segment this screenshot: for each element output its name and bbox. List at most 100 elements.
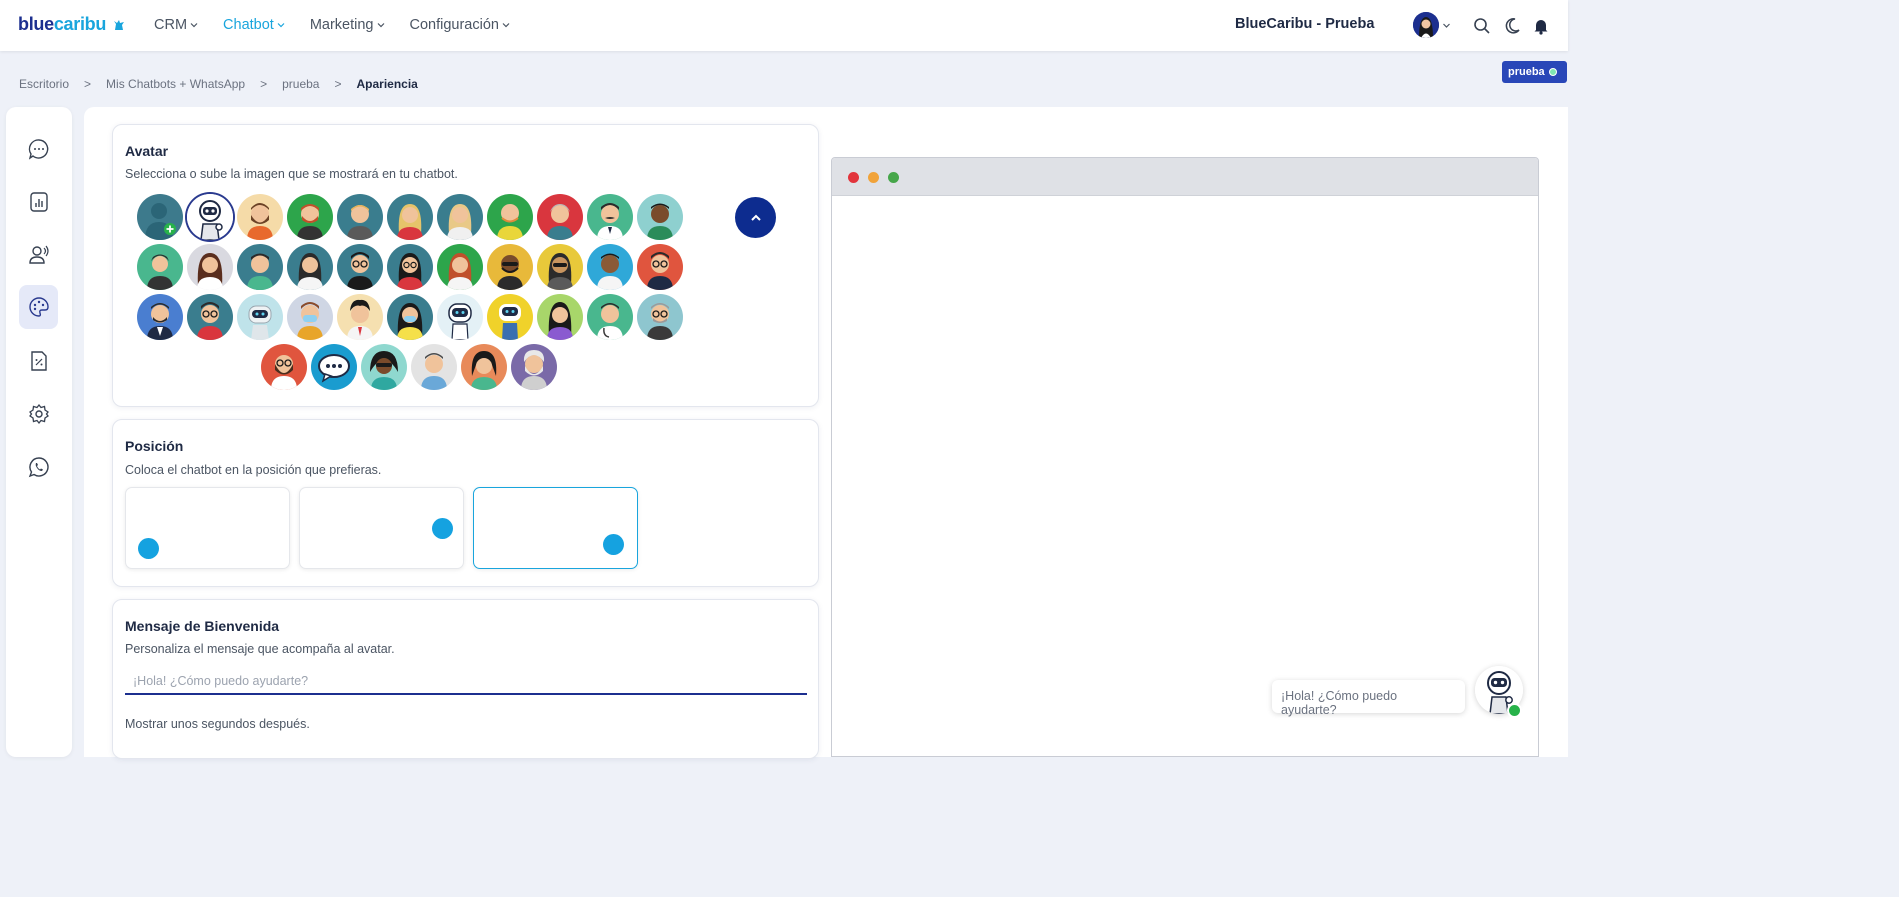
avatar-option[interactable]: [437, 194, 483, 240]
avatar-option[interactable]: [311, 344, 357, 390]
window-close-dot: [848, 172, 859, 183]
chatbot-status-badge[interactable]: prueba: [1502, 61, 1567, 83]
avatar-option[interactable]: [261, 344, 307, 390]
logo[interactable]: bluecaribu: [18, 14, 125, 35]
upload-avatar-icon: [137, 194, 183, 240]
nav-crm[interactable]: CRM: [154, 17, 198, 33]
avatar-option[interactable]: [287, 244, 333, 290]
avatar-option[interactable]: [237, 194, 283, 240]
avatar-option[interactable]: [387, 194, 433, 240]
avatar-option[interactable]: [461, 344, 507, 390]
upload-avatar-button[interactable]: [137, 194, 183, 240]
sidebar-item-statistics[interactable]: [19, 180, 58, 224]
man-avatar-icon: [637, 194, 683, 240]
breadcrumb-escritorio[interactable]: Escritorio: [19, 77, 69, 91]
avatar-option[interactable]: [137, 294, 183, 340]
logo-text-caribu: caribu: [53, 14, 107, 34]
position-title: Posición: [125, 438, 184, 454]
moon-icon[interactable]: [1503, 17, 1521, 35]
breadcrumb-apariencia: Apariencia: [356, 77, 418, 91]
chevron-down-icon: [377, 23, 384, 28]
breadcrumb-prueba[interactable]: prueba: [282, 77, 319, 91]
avatar-option[interactable]: [411, 344, 457, 390]
avatar-option[interactable]: [237, 244, 283, 290]
chevron-down-icon[interactable]: [1442, 21, 1451, 30]
avatar-option[interactable]: [387, 294, 433, 340]
avatar-option[interactable]: [487, 244, 533, 290]
woman-avatar-icon: [187, 244, 233, 290]
breadcrumb-mis-chatbots[interactable]: Mis Chatbots + WhatsApp: [106, 77, 245, 91]
breadcrumb-separator: >: [84, 77, 92, 91]
avatar-option[interactable]: [187, 194, 233, 240]
sidebar-item-whatsapp[interactable]: [19, 445, 58, 489]
bell-icon[interactable]: [1532, 17, 1550, 35]
avatar-option[interactable]: [537, 294, 583, 340]
woman-avatar-icon: [287, 244, 333, 290]
woman-avatar-icon: [461, 344, 507, 390]
bearded-man-avatar-icon: [237, 194, 283, 240]
main-nav: CRM Chatbot Marketing Configuración: [154, 17, 510, 33]
position-card: Posición Coloca el chatbot en la posició…: [112, 419, 819, 587]
masked-woman-avatar-icon: [387, 294, 433, 340]
position-option-middle-right[interactable]: [299, 487, 464, 569]
suit-man-avatar-icon: [137, 294, 183, 340]
avatar-option[interactable]: [587, 244, 633, 290]
mustache-man-avatar-icon: [587, 194, 633, 240]
avatar-option[interactable]: [361, 344, 407, 390]
avatar-option[interactable]: [537, 194, 583, 240]
robot-avatar-icon: [437, 294, 483, 340]
avatar-option[interactable]: [637, 194, 683, 240]
avatar-option[interactable]: [287, 294, 333, 340]
welcome-message-input[interactable]: [125, 668, 807, 695]
avatar-option[interactable]: [511, 344, 557, 390]
avatar-option[interactable]: [337, 294, 383, 340]
nav-chatbot[interactable]: Chatbot: [223, 17, 285, 33]
user-avatar[interactable]: [1413, 12, 1439, 38]
search-icon[interactable]: [1473, 17, 1491, 35]
avatar-option[interactable]: [537, 244, 583, 290]
avatar-option[interactable]: [437, 294, 483, 340]
avatar-option[interactable]: [187, 244, 233, 290]
avatar-option[interactable]: [487, 294, 533, 340]
avatar-option[interactable]: [487, 194, 533, 240]
nav-marketing[interactable]: Marketing: [310, 17, 385, 33]
avatar-option[interactable]: [137, 244, 183, 290]
position-option-bottom-right[interactable]: [473, 487, 638, 569]
avatar-option[interactable]: [437, 244, 483, 290]
bearded-man-avatar-icon: [261, 344, 307, 390]
avatar-option[interactable]: [637, 294, 683, 340]
avatar-option[interactable]: [337, 244, 383, 290]
sidebar-item-settings[interactable]: [19, 392, 58, 436]
nav-configuracion[interactable]: Configuración: [410, 17, 510, 33]
delay-label: Mostrar unos segundos después.: [125, 717, 310, 731]
collapse-avatars-button[interactable]: [735, 197, 776, 238]
chevron-up-icon: [750, 214, 761, 221]
sidebar-item-appearance[interactable]: [19, 285, 58, 329]
robot-avatar-icon: [237, 294, 283, 340]
sunglasses-woman-avatar-icon: [361, 344, 407, 390]
gear-icon: [28, 403, 49, 425]
robot-avatar-icon: [487, 294, 533, 340]
avatar-option[interactable]: [587, 294, 633, 340]
avatar-option[interactable]: [337, 194, 383, 240]
avatar-option[interactable]: [587, 194, 633, 240]
sidebar-item-conversations[interactable]: [19, 127, 58, 171]
badge-label: prueba: [1508, 66, 1545, 78]
woman-avatar-icon: [137, 244, 183, 290]
man-avatar-icon: [587, 244, 633, 290]
avatar-option[interactable]: [637, 244, 683, 290]
position-option-bottom-left[interactable]: [125, 487, 290, 569]
user-photo-icon: [1413, 12, 1439, 38]
avatar-option[interactable]: [187, 294, 233, 340]
sidebar-item-pricing[interactable]: [19, 339, 58, 383]
position-indicator-dot: [603, 534, 624, 555]
man-avatar-icon: [411, 344, 457, 390]
sidebar-item-contacts[interactable]: [19, 233, 58, 277]
avatar-option[interactable]: [387, 244, 433, 290]
breadcrumb-separator: >: [260, 77, 268, 91]
document-percent-icon: [30, 351, 47, 371]
avatar-option[interactable]: [287, 194, 333, 240]
avatar-option[interactable]: [237, 294, 283, 340]
contacts-icon: [28, 245, 49, 264]
position-description: Coloca el chatbot en la posición que pre…: [125, 463, 382, 477]
